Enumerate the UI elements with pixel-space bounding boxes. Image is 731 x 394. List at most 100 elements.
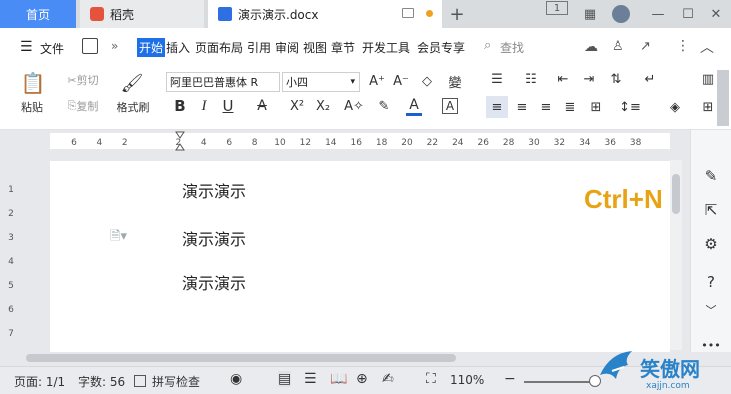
search-icon[interactable]: ⌕	[484, 38, 491, 53]
minimize-button[interactable]: —	[646, 3, 670, 25]
menu-developer[interactable]: 开发工具	[362, 39, 410, 56]
panel-more-icon[interactable]: •••	[699, 339, 723, 352]
edit-icon[interactable]: ✎	[699, 166, 723, 186]
text-effect-icon[interactable]: A✧	[342, 96, 366, 116]
screen-icon[interactable]	[402, 8, 414, 18]
paragraph-icon[interactable]: 🗎▾	[110, 227, 127, 249]
highlight-icon[interactable]: ✎	[374, 96, 394, 116]
settings-slider-icon[interactable]: ⚙	[699, 234, 723, 254]
align-center-icon[interactable]: ≡	[512, 96, 532, 118]
increase-indent-icon[interactable]: ⇥	[580, 70, 598, 88]
file-menu[interactable]: 文件	[40, 40, 64, 57]
fit-page-icon[interactable]: ⛶	[426, 371, 436, 387]
show-marks-icon[interactable]: ↵	[640, 70, 660, 88]
tab-document[interactable]: 演示演示.docx	[208, 0, 442, 28]
hscroll-thumb[interactable]	[26, 354, 456, 362]
bold-button[interactable]: B	[172, 96, 188, 116]
menu-view[interactable]: 视图	[303, 39, 327, 56]
strikethrough-button[interactable]: A	[254, 96, 270, 116]
read-view-icon[interactable]: 📖	[330, 371, 347, 387]
scroll-thumb[interactable]	[672, 174, 680, 214]
share-user-icon[interactable]: ♙	[612, 39, 624, 54]
grow-font-icon[interactable]: A⁺	[368, 72, 386, 90]
horizontal-scrollbar[interactable]	[22, 352, 690, 364]
document-page[interactable]: 🗎▾ 演示演示 演示演示 演示演示 Ctrl+N	[50, 161, 670, 352]
more-options-icon[interactable]: ⋮	[676, 38, 690, 54]
menu-member[interactable]: 会员专享	[417, 39, 465, 56]
char-border-button[interactable]: A	[442, 98, 458, 114]
paste-icon[interactable]: 📋	[18, 70, 48, 96]
font-size-select[interactable]: 小四 ▾	[282, 72, 360, 92]
new-tab-button[interactable]: +	[446, 3, 468, 25]
copy-button[interactable]: ⎘ 复制	[60, 98, 106, 114]
document-line[interactable]: 演示演示	[182, 226, 246, 250]
menu-insert[interactable]: 插入	[166, 39, 190, 56]
vertical-ruler[interactable]: 12345678	[0, 152, 22, 363]
panel-collapse-icon[interactable]: ﹀	[699, 302, 723, 318]
numbered-list-icon[interactable]: ☷	[520, 70, 542, 88]
tab-daoke[interactable]: 稻壳	[80, 0, 204, 28]
document-line[interactable]: 演示演示	[182, 270, 246, 294]
font-color-button[interactable]: A	[406, 96, 422, 116]
ribbon-scroll[interactable]	[717, 70, 729, 126]
page-count-icon[interactable]: 1	[546, 1, 568, 15]
decrease-indent-icon[interactable]: ⇤	[554, 70, 572, 88]
menu-start[interactable]: 开始	[137, 38, 166, 57]
zoom-out-button[interactable]: −	[504, 371, 516, 387]
pen-icon[interactable]: ✍	[382, 371, 394, 387]
page-indicator[interactable]: 页面: 1/1	[14, 373, 65, 390]
underline-button[interactable]: U	[220, 96, 236, 116]
distribute-icon[interactable]: ⊞	[586, 96, 606, 118]
help-icon[interactable]: ?	[699, 272, 723, 292]
bullet-list-icon[interactable]: ☰	[486, 70, 508, 88]
avatar[interactable]	[610, 3, 632, 25]
search-field[interactable]: 查找	[500, 39, 524, 56]
sort-icon[interactable]: ⇅	[606, 70, 626, 88]
zoom-slider[interactable]	[524, 381, 598, 383]
horizontal-ruler[interactable]: 6 4 2 2 4 6 8 10 12 14 16 18 20 22 24 26 28 30 32 34 36 38	[0, 130, 690, 152]
outline-view-icon[interactable]: ☰	[304, 371, 317, 387]
close-button[interactable]: ✕	[704, 3, 728, 25]
menu-review[interactable]: 审阅	[275, 39, 299, 56]
export-icon[interactable]: ↗	[640, 39, 651, 54]
shading-icon[interactable]: ◈	[664, 96, 686, 118]
clear-format-icon[interactable]: ◇	[418, 72, 436, 90]
grid-icon[interactable]: ▦	[580, 3, 600, 25]
font-name-select[interactable]: 阿里巴巴普惠体 R	[166, 72, 280, 92]
checkbox-icon[interactable]	[134, 375, 146, 387]
cloud-icon[interactable]: ☁	[584, 39, 598, 55]
vertical-scrollbar[interactable]	[670, 160, 682, 350]
justify-icon[interactable]: ≣	[560, 96, 580, 118]
italic-button[interactable]: I	[196, 96, 212, 116]
select-icon[interactable]: ⇱	[699, 200, 723, 220]
cut-button[interactable]: ✂ 剪切	[60, 72, 106, 88]
format-painter-icon[interactable]: 🖌	[120, 70, 144, 96]
eye-icon[interactable]: ◉	[230, 371, 242, 387]
phonetic-icon[interactable]: 變	[444, 72, 466, 91]
save-icon[interactable]	[82, 38, 98, 54]
tab-home[interactable]: 首页	[0, 0, 76, 28]
word-count[interactable]: 字数: 56	[78, 373, 125, 390]
document-line[interactable]: 演示演示	[182, 178, 246, 202]
table-icon[interactable]: ▥	[698, 70, 718, 88]
format-painter-button[interactable]: 格式刷	[112, 98, 154, 116]
borders-icon[interactable]: ⊞	[698, 96, 718, 118]
zoom-level[interactable]: 110%	[450, 373, 484, 387]
align-right-icon[interactable]: ≡	[536, 96, 556, 118]
spell-check-button[interactable]: 拼写检查	[152, 373, 200, 390]
subscript-button[interactable]: X₂	[312, 96, 334, 116]
more-icon[interactable]: »	[111, 39, 118, 53]
menu-reference[interactable]: 引用	[247, 39, 271, 56]
menu-chapter[interactable]: 章节	[331, 39, 355, 56]
collapse-ribbon-icon[interactable]: ︿	[700, 37, 714, 57]
menu-icon[interactable]: ☰	[20, 39, 33, 55]
web-view-icon[interactable]: ⊕	[356, 371, 368, 387]
align-left-icon[interactable]: ≡	[486, 96, 508, 118]
shrink-font-icon[interactable]: A⁻	[392, 72, 410, 90]
paste-button[interactable]: 粘贴	[14, 98, 50, 116]
page-view-icon[interactable]: ▤	[278, 371, 292, 387]
line-spacing-icon[interactable]: ↕≡	[618, 96, 642, 118]
maximize-button[interactable]: ☐	[676, 3, 700, 25]
superscript-button[interactable]: X²	[286, 96, 308, 116]
menu-page-layout[interactable]: 页面布局	[195, 39, 243, 56]
